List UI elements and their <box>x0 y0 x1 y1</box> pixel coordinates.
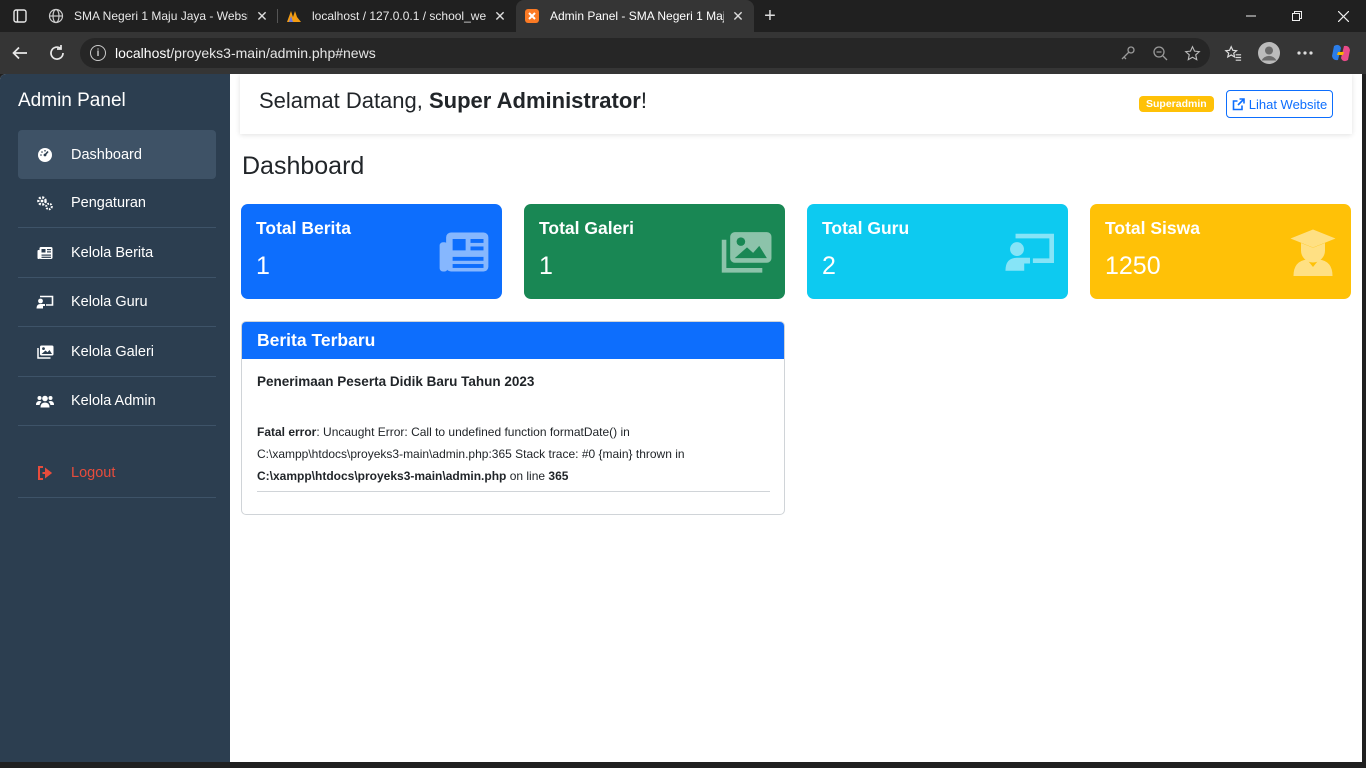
close-tab-icon[interactable]: ✕ <box>492 8 508 24</box>
tachometer-icon <box>36 147 54 163</box>
sidebar-item-label: Kelola Admin <box>71 393 156 409</box>
close-tab-icon[interactable]: ✕ <box>254 8 270 24</box>
page-title: Dashboard <box>242 152 365 180</box>
users-icon <box>36 393 54 409</box>
sidebar-item-label: Dashboard <box>71 146 142 163</box>
welcome-message: Selamat Datang, Super Administrator! <box>259 88 647 113</box>
stat-card-siswa: Total Siswa 1250 <box>1090 204 1351 299</box>
taskbar-edge <box>0 762 1366 768</box>
web-page: Admin Panel Dashboard Pengaturan Kelola … <box>0 74 1362 762</box>
latest-news-panel: Berita Terbaru Penerimaan Peserta Didik … <box>241 321 785 515</box>
browser-tab-website[interactable]: SMA Negeri 1 Maju Jaya - Website ✕ <box>40 0 278 32</box>
restore-button[interactable] <box>1274 0 1320 32</box>
sidebar-item-label: Logout <box>71 465 116 481</box>
sidebar-item-kelola-guru[interactable]: Kelola Guru <box>18 278 216 327</box>
xampp-icon <box>524 8 540 24</box>
tab-title: SMA Negeri 1 Maju Jaya - Website <box>74 9 248 23</box>
minimize-icon <box>1246 15 1256 17</box>
stat-title: Total Galeri <box>539 218 634 238</box>
site-info-icon[interactable]: i <box>90 45 106 61</box>
stat-value: 1250 <box>1105 252 1161 280</box>
tab-title: localhost / 127.0.0.1 / school_web <box>312 9 486 23</box>
sidebar-item-label: Kelola Berita <box>71 245 154 261</box>
sidebar-item-kelola-berita[interactable]: Kelola Berita <box>18 229 216 278</box>
chalkboard-teacher-icon <box>1005 233 1054 271</box>
main-content: Selamat Datang, Super Administrator! Sup… <box>230 74 1362 762</box>
key-icon[interactable] <box>1118 43 1138 63</box>
stat-card-guru: Total Guru 2 <box>807 204 1068 299</box>
favorite-star-icon[interactable] <box>1182 43 1202 63</box>
window-controls <box>1228 0 1366 32</box>
stat-title: Total Berita <box>256 218 351 238</box>
news-item-title[interactable]: Penerimaan Peserta Didik Baru Tahun 2023 <box>257 374 534 389</box>
view-website-label: Lihat Website <box>1248 96 1328 112</box>
sidebar-item-label: Kelola Galeri <box>71 344 155 360</box>
sidebar-title: Admin Panel <box>18 90 126 111</box>
minimize-button[interactable] <box>1228 0 1274 32</box>
browser-toolbar: i localhost/proyeks3-main/admin.php#news <box>0 32 1366 74</box>
url-text: localhost/proyeks3-main/admin.php#news <box>115 45 376 61</box>
sidebar: Admin Panel Dashboard Pengaturan Kelola … <box>0 74 230 762</box>
close-tab-icon[interactable]: ✕ <box>730 8 746 24</box>
sidebar-item-label: Kelola Guru <box>71 294 148 310</box>
tab-actions-button[interactable] <box>0 0 40 32</box>
tab-title: Admin Panel - SMA Negeri 1 Maju <box>550 9 724 23</box>
sign-out-icon <box>36 465 54 481</box>
close-icon <box>1337 10 1349 22</box>
restore-icon <box>1292 11 1302 21</box>
php-error-message: Fatal error: Uncaught Error: Call to und… <box>257 425 685 483</box>
newspaper-icon <box>36 245 54 261</box>
user-graduate-icon <box>1290 229 1336 276</box>
stat-title: Total Siswa <box>1105 218 1200 238</box>
divider <box>257 491 770 492</box>
address-bar[interactable]: i localhost/proyeks3-main/admin.php#news <box>80 38 1210 68</box>
reload-icon <box>50 45 64 60</box>
browser-tab-phpmyadmin[interactable]: localhost / 127.0.0.1 / school_web ✕ <box>278 0 516 32</box>
sidebar-item-kelola-admin[interactable]: Kelola Admin <box>18 377 216 426</box>
images-icon <box>36 344 54 360</box>
external-link-icon <box>1232 97 1245 110</box>
role-badge: Superadmin <box>1139 96 1214 112</box>
sidebar-item-label: Pengaturan <box>71 195 146 211</box>
chalkboard-teacher-icon <box>36 294 54 310</box>
newspaper-icon <box>439 232 489 272</box>
user-name: Super Administrator <box>428 88 641 113</box>
close-window-button[interactable] <box>1320 0 1366 32</box>
view-website-button[interactable]: Lihat Website <box>1226 90 1333 118</box>
profile-avatar-icon[interactable] <box>1254 38 1284 68</box>
top-navbar: Selamat Datang, Super Administrator! Sup… <box>240 74 1352 134</box>
zoom-out-icon[interactable] <box>1150 43 1170 63</box>
copilot-icon[interactable] <box>1326 38 1356 68</box>
favorites-icon[interactable] <box>1218 38 1248 68</box>
panel-title: Berita Terbaru <box>242 322 784 359</box>
tab-actions-icon <box>13 9 27 23</box>
sidebar-item-kelola-galeri[interactable]: Kelola Galeri <box>18 328 216 377</box>
sidebar-item-logout[interactable]: Logout <box>18 449 216 498</box>
stat-value: 2 <box>822 252 836 280</box>
stat-value: 1 <box>539 252 553 280</box>
browser-tab-bar: SMA Negeri 1 Maju Jaya - Website ✕ local… <box>0 0 1366 32</box>
back-button[interactable] <box>3 36 37 70</box>
back-arrow-icon <box>12 46 27 60</box>
browser-tab-admin-panel[interactable]: Admin Panel - SMA Negeri 1 Maju ✕ <box>516 0 754 32</box>
stat-value: 1 <box>256 252 270 280</box>
globe-icon <box>48 8 64 24</box>
phpmyadmin-icon <box>286 8 302 24</box>
reload-button[interactable] <box>40 36 74 70</box>
stat-card-berita: Total Berita 1 <box>241 204 502 299</box>
new-tab-button[interactable]: + <box>754 0 786 32</box>
stat-card-galeri: Total Galeri 1 <box>524 204 785 299</box>
more-menu-icon[interactable] <box>1290 38 1320 68</box>
cogs-icon <box>36 195 54 211</box>
stat-title: Total Guru <box>822 218 910 238</box>
sidebar-item-dashboard[interactable]: Dashboard <box>18 130 216 179</box>
sidebar-item-pengaturan[interactable]: Pengaturan <box>18 179 216 228</box>
images-icon <box>721 232 772 273</box>
